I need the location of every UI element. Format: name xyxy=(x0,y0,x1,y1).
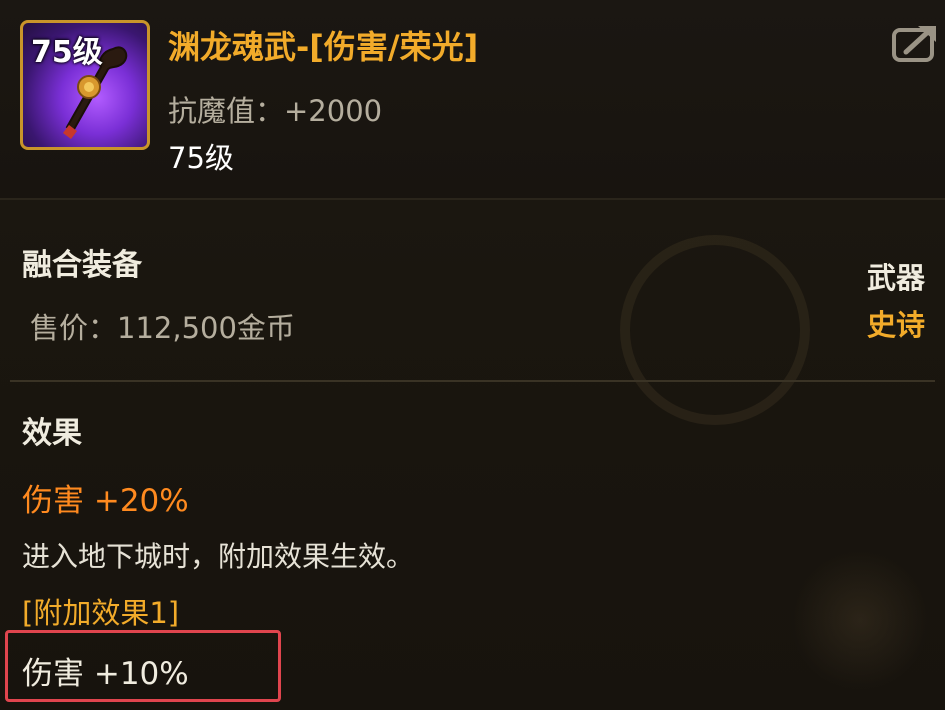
item-rarity: 史诗 xyxy=(866,308,925,342)
divider xyxy=(10,380,935,382)
item-category: 融合装备 xyxy=(22,248,142,283)
background-decoration xyxy=(620,235,810,425)
item-name: 渊龙魂武-[伤害/荣光] xyxy=(168,28,479,66)
item-type: 武器 xyxy=(866,261,925,295)
additional-effect-title: [附加效果1] xyxy=(22,596,180,630)
item-header: 75级 渊龙魂武-[伤害/荣光] 抗魔值：+2000 75级 xyxy=(0,0,945,200)
share-icon[interactable] xyxy=(890,22,940,64)
item-tooltip-panel: 75级 渊龙魂武-[伤害/荣光] 抗魔值：+2000 75级 融合装备 售价：1… xyxy=(0,0,945,710)
item-stat: 抗魔值：+2000 xyxy=(168,94,383,128)
item-icon-level: 75级 xyxy=(31,35,103,70)
background-decoration xyxy=(790,550,930,690)
additional-effect: 伤害 +10% xyxy=(22,656,189,692)
item-icon[interactable]: 75级 xyxy=(20,20,150,150)
effect-main: 伤害 +20% xyxy=(22,483,189,519)
item-level: 75级 xyxy=(168,141,234,175)
effects-title: 效果 xyxy=(22,416,82,451)
effect-description: 进入地下城时，附加效果生效。 xyxy=(22,540,415,573)
item-price: 售价：112,500金币 xyxy=(30,311,295,345)
